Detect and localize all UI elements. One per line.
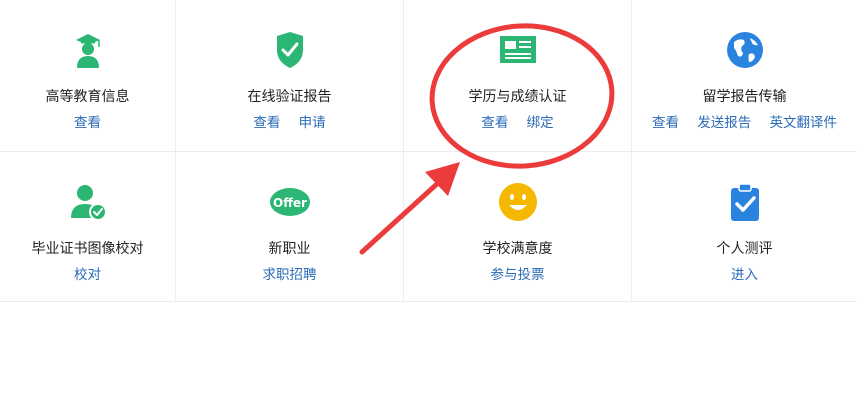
id-card-icon xyxy=(498,30,538,70)
view-link[interactable]: 查看 xyxy=(652,115,679,131)
apply-link[interactable]: 申请 xyxy=(299,115,326,131)
service-grid: 高等教育信息 查看 在线验证报告 查看 申请 学历与成绩认证 查看 绑定 留学报… xyxy=(0,0,857,302)
service-links: 校对 xyxy=(0,263,175,283)
service-card-certificate-check[interactable]: 毕业证书图像校对 校对 xyxy=(0,152,176,302)
offer-badge-label: Offer xyxy=(273,196,307,210)
service-card-degree-transcript[interactable]: 学历与成绩认证 查看 绑定 xyxy=(404,0,632,152)
service-links: 求职招聘 xyxy=(176,263,403,283)
view-link[interactable]: 查看 xyxy=(481,115,508,131)
service-links: 查看 绑定 xyxy=(404,111,631,131)
service-title: 留学报告传输 xyxy=(702,89,787,105)
job-recruitment-link[interactable]: 求职招聘 xyxy=(263,267,317,283)
service-title: 在线验证报告 xyxy=(247,89,332,105)
globe-icon xyxy=(725,30,765,70)
shield-check-icon xyxy=(270,30,310,70)
service-links: 参与投票 xyxy=(404,263,631,283)
view-link[interactable]: 查看 xyxy=(74,115,101,131)
service-card-personal-assessment[interactable]: 个人测评 进入 xyxy=(632,152,857,302)
service-links: 查看 申请 xyxy=(176,111,403,131)
service-title: 学校满意度 xyxy=(482,241,553,257)
service-links: 查看 发送报告 英文翻译件 xyxy=(632,111,857,131)
smiley-icon xyxy=(498,182,538,222)
offer-badge-icon: Offer xyxy=(269,182,310,222)
service-title: 毕业证书图像校对 xyxy=(31,241,144,257)
service-card-school-satisfaction[interactable]: 学校满意度 参与投票 xyxy=(404,152,632,302)
service-card-new-career[interactable]: Offer 新职业 求职招聘 xyxy=(176,152,404,302)
service-card-study-abroad-report[interactable]: 留学报告传输 查看 发送报告 英文翻译件 xyxy=(632,0,857,152)
graduate-icon xyxy=(68,30,108,70)
service-links: 进入 xyxy=(632,263,857,283)
service-title: 个人测评 xyxy=(716,241,773,257)
vote-link[interactable]: 参与投票 xyxy=(491,267,545,283)
proofread-link[interactable]: 校对 xyxy=(74,267,101,283)
bind-link[interactable]: 绑定 xyxy=(527,115,554,131)
service-title: 高等教育信息 xyxy=(45,89,130,105)
view-link[interactable]: 查看 xyxy=(253,115,280,131)
user-check-icon xyxy=(68,182,108,222)
service-card-higher-education[interactable]: 高等教育信息 查看 xyxy=(0,0,176,152)
clipboard-check-icon xyxy=(725,182,765,222)
service-card-online-verification[interactable]: 在线验证报告 查看 申请 xyxy=(176,0,404,152)
service-title: 学历与成绩认证 xyxy=(468,89,567,105)
service-title: 新职业 xyxy=(268,241,311,257)
enter-link[interactable]: 进入 xyxy=(731,267,758,283)
service-links: 查看 xyxy=(0,111,175,131)
send-report-link[interactable]: 发送报告 xyxy=(697,115,751,131)
english-translation-link[interactable]: 英文翻译件 xyxy=(770,115,838,131)
